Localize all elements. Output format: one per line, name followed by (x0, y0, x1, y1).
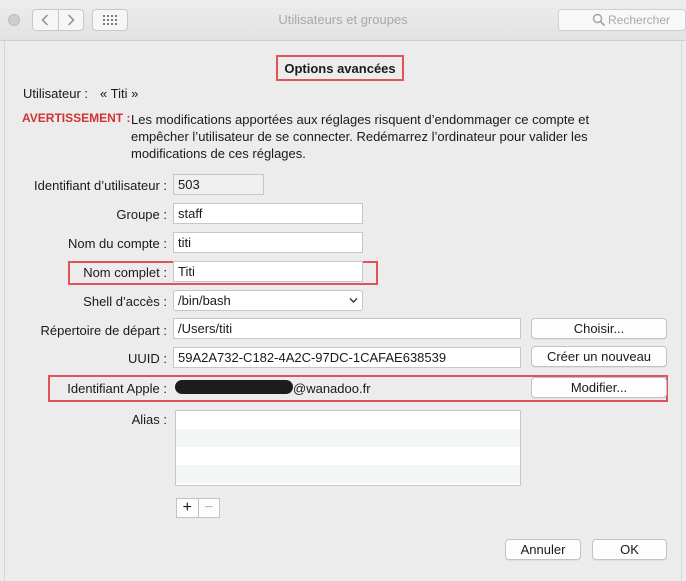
window-titlebar: Utilisateurs et groupes Rechercher (0, 0, 686, 41)
user-value: « Titi » (100, 86, 139, 101)
choose-button[interactable]: Choisir... (531, 318, 667, 339)
remove-alias-button[interactable]: − (198, 498, 220, 518)
user-label: Utilisateur : (23, 86, 89, 101)
redacted-email-bar (175, 380, 293, 394)
warning-line-2: empêcher l’utilisateur de se connecter. … (131, 129, 588, 144)
alias-list[interactable] (175, 410, 521, 486)
account-name-field[interactable]: titi (173, 232, 363, 253)
search-icon (592, 13, 606, 27)
warning-text: Les modifications apportées aux réglages… (131, 111, 589, 162)
shell-label: Shell d’accès : (83, 294, 167, 309)
uuid-label: UUID : (128, 351, 167, 366)
shell-value: /bin/bash (178, 293, 231, 308)
list-item[interactable] (176, 411, 520, 429)
full-name-label: Nom complet : (83, 265, 167, 280)
search-placeholder: Rechercher (608, 13, 671, 27)
full-name-field[interactable]: Titi (173, 261, 363, 282)
home-dir-label: Répertoire de départ : (40, 323, 167, 338)
advanced-options-sheet: Options avancées Utilisateur : « Titi » … (4, 41, 682, 581)
alias-label: Alias : (131, 412, 167, 427)
list-item[interactable] (176, 447, 520, 465)
apple-id-domain: @wanadoo.fr (293, 381, 371, 396)
list-item[interactable] (176, 465, 520, 483)
uuid-field[interactable]: 59A2A732-C182-4A2C-97DC-1CAFAE638539 (173, 347, 521, 368)
warning-line-1: Les modifications apportées aux réglages… (131, 112, 590, 127)
shell-select[interactable]: /bin/bash (173, 290, 363, 311)
home-dir-field[interactable]: /Users/titi (173, 318, 521, 339)
chevron-down-icon (349, 298, 358, 303)
cancel-button[interactable]: Annuler (505, 539, 581, 560)
modify-button[interactable]: Modifier... (531, 377, 667, 398)
warning-line-3: modifications de ces réglages. (131, 146, 306, 161)
uid-field[interactable]: 503 (173, 174, 264, 195)
create-new-uuid-button[interactable]: Créer un nouveau (531, 346, 667, 367)
group-label: Groupe : (116, 207, 167, 222)
alias-add-remove-control: + − (176, 498, 220, 518)
sheet-title: Options avancées (284, 61, 396, 76)
add-alias-button[interactable]: + (176, 498, 199, 518)
group-field[interactable]: staff (173, 203, 363, 224)
account-name-label: Nom du compte : (68, 236, 167, 251)
list-item[interactable] (176, 429, 520, 447)
uid-label: Identifiant d’utilisateur : (34, 178, 167, 193)
ok-button[interactable]: OK (592, 539, 667, 560)
warning-label: AVERTISSEMENT : (22, 111, 131, 125)
apple-id-label: Identifiant Apple : (67, 381, 167, 396)
search-field[interactable]: Rechercher (558, 9, 686, 31)
